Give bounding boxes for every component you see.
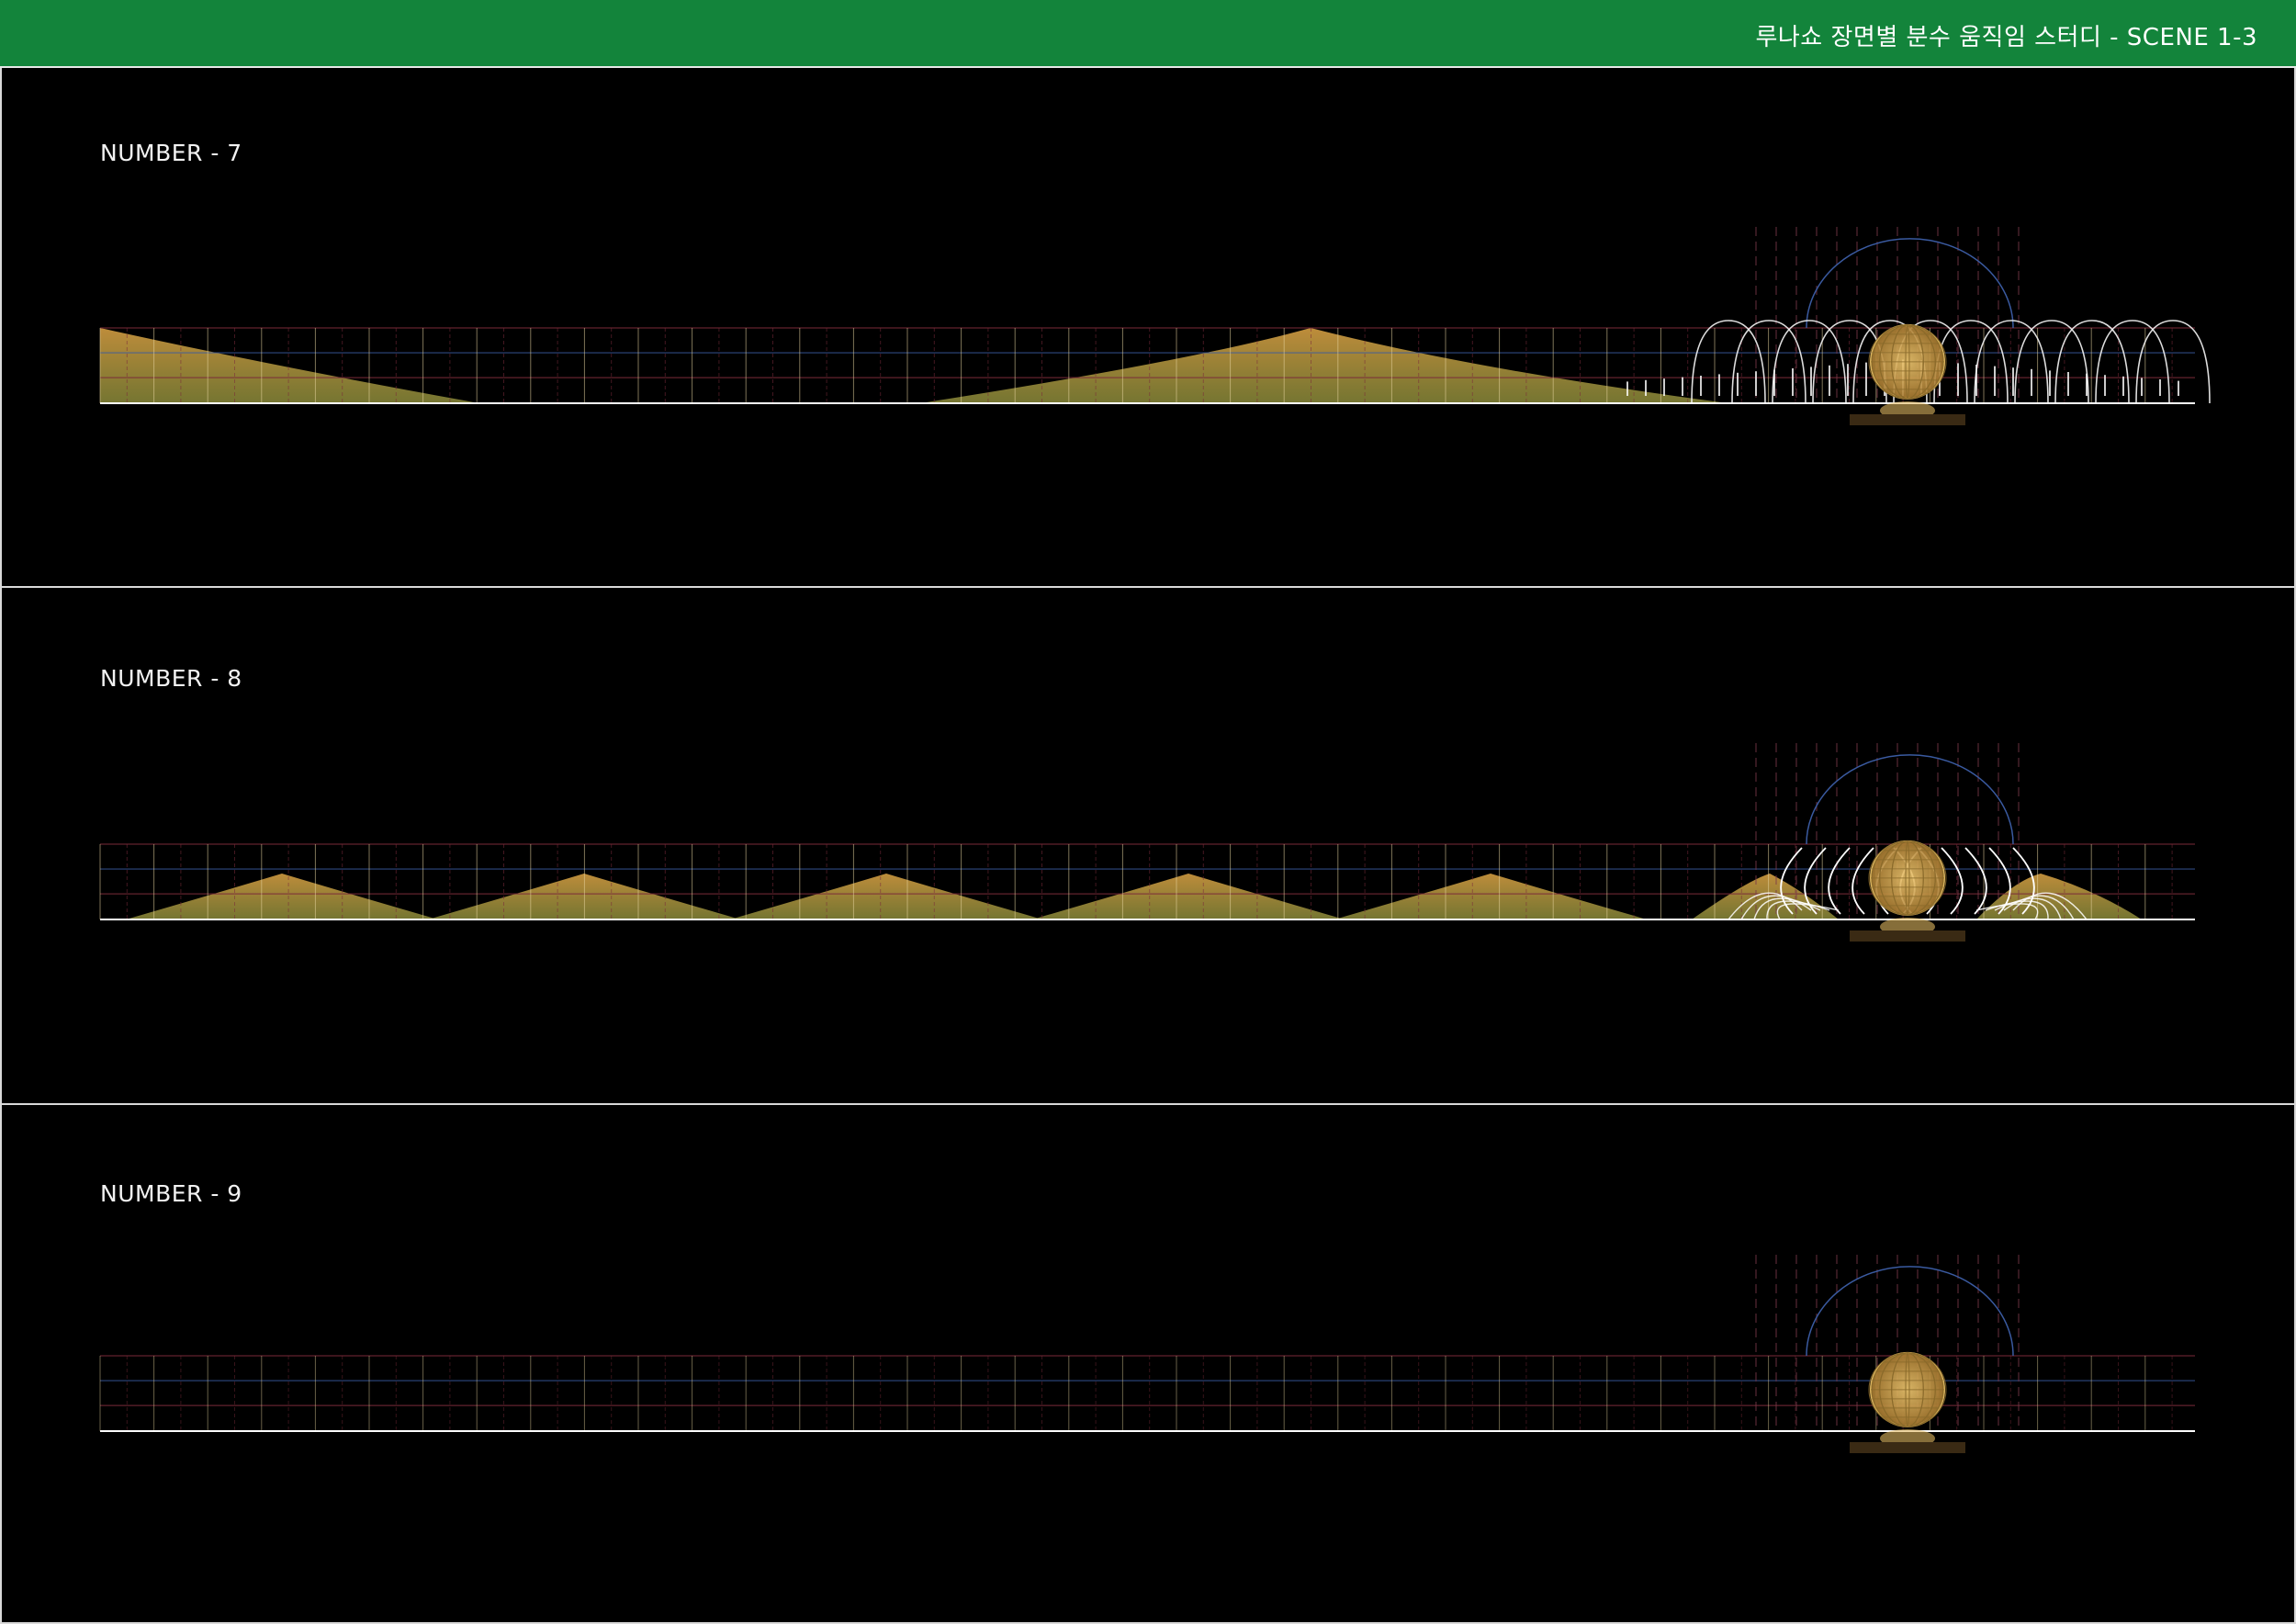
diagram-group [99, 1255, 2195, 1453]
water-arc [1933, 320, 2009, 404]
scene-panel-9: NUMBER - 9 [0, 1105, 2296, 1624]
water-peak [1976, 874, 2142, 919]
water-peak [1032, 874, 1345, 919]
water-curtain [100, 328, 1728, 403]
fountain-diagram-7 [99, 227, 2211, 425]
water-arc [1772, 320, 1847, 404]
sphere-base [1850, 414, 1965, 425]
water-arc [1964, 847, 1987, 915]
diagram-group [99, 227, 2211, 425]
spray-arc [1806, 754, 2014, 845]
sphere-base [1850, 930, 1965, 942]
scene-panel-8: NUMBER - 8 [0, 588, 2296, 1105]
page-title: 루나쇼 장면별 분수 움직임 스터디 - SCENE 1-3 [1755, 24, 2257, 51]
water-arc [2014, 320, 2089, 404]
diagram-group [99, 743, 2195, 942]
scene-panel-7: NUMBER - 7 [0, 68, 2296, 588]
water-peak [730, 874, 1042, 919]
header-bar: 루나쇼 장면별 분수 움직임 스터디 - SCENE 1-3 [0, 0, 2296, 68]
water-arc [1691, 320, 1766, 404]
water-peak [1334, 874, 1647, 919]
spray-arc [1806, 238, 2014, 329]
fountain-diagram-8 [99, 743, 2195, 942]
water-arc [2095, 320, 2170, 404]
water-arc [1974, 320, 2049, 404]
water-arc [2135, 320, 2211, 404]
spray-arc [1806, 1266, 2014, 1357]
water-arc [1828, 847, 1851, 915]
water-peak [126, 874, 438, 919]
fountain-diagram-9 [99, 1255, 2195, 1453]
sphere-base [1850, 1442, 1965, 1453]
